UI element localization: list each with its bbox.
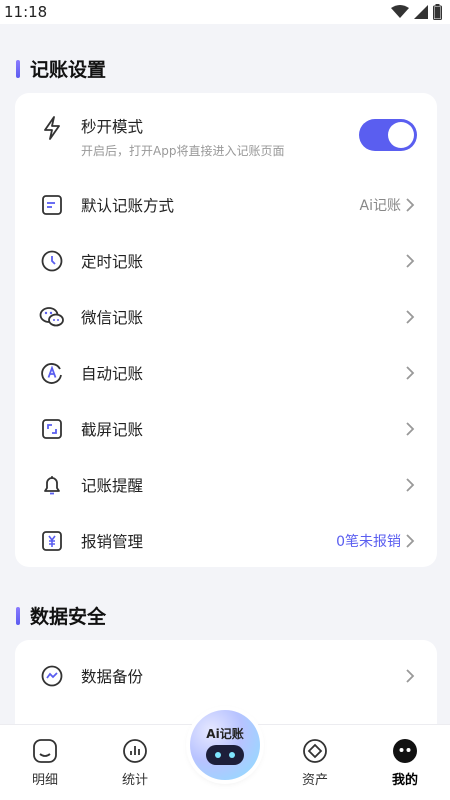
status-icons (391, 4, 442, 20)
scheduled-row[interactable]: 定时记账 (15, 233, 437, 289)
toggle-knob (388, 122, 414, 148)
wechat-icon (39, 304, 65, 330)
bell-icon (39, 472, 65, 498)
chevron-right-icon (406, 198, 415, 212)
chevron-right-icon (406, 669, 415, 683)
wechat-label: 微信记账 (81, 309, 144, 327)
backup-label: 数据备份 (81, 668, 144, 686)
tab-details-label: 明细 (31, 773, 58, 788)
section-title-bookkeeping: 记账设置 (16, 55, 106, 82)
backup-row[interactable]: 数据备份 (15, 648, 437, 704)
scheduled-label: 定时记账 (81, 253, 144, 271)
robot-face-icon (206, 744, 244, 765)
assets-tab-icon (303, 739, 327, 763)
auto-row[interactable]: 自动记账 (15, 345, 437, 401)
default-method-label: 默认记账方式 (81, 197, 175, 215)
chevron-right-icon (406, 534, 415, 548)
reimbursement-label: 报销管理 (81, 533, 144, 551)
wechat-row[interactable]: 微信记账 (15, 289, 437, 345)
lightning-icon (39, 115, 65, 141)
mine-tab-icon (393, 739, 417, 763)
document-icon (39, 192, 65, 218)
receipt-icon (39, 528, 65, 554)
tab-stats[interactable]: 统计 (100, 738, 170, 788)
section-accent-bar (16, 59, 20, 78)
chevron-right-icon (406, 366, 415, 380)
clock-icon (39, 248, 65, 274)
screenshot-icon (39, 416, 65, 442)
ai-bookkeeping-button[interactable]: Ai记账 (190, 710, 260, 780)
section-title-text: 记账设置 (30, 59, 107, 81)
reminder-label: 记账提醒 (81, 477, 144, 495)
tab-assets[interactable]: 资产 (280, 738, 350, 788)
battery-icon (433, 4, 442, 20)
reimbursement-value: 0笔未报销 (336, 534, 401, 550)
tab-mine-label: 我的 (391, 773, 418, 788)
signal-icon (414, 5, 428, 19)
ai-button-label: Ai记账 (206, 726, 244, 741)
chevron-right-icon (406, 310, 415, 324)
section-title-text: 数据安全 (30, 606, 107, 628)
chevron-right-icon (406, 422, 415, 436)
auto-icon (39, 360, 65, 386)
wifi-icon (391, 5, 409, 18)
backup-icon (39, 663, 65, 689)
quick-open-toggle[interactable] (359, 119, 417, 151)
details-tab-icon (33, 739, 57, 763)
reimbursement-row[interactable]: 报销管理 0笔未报销 (15, 513, 437, 569)
section-accent-bar (16, 606, 20, 625)
tab-details[interactable]: 明细 (10, 738, 80, 788)
tab-assets-label: 资产 (301, 773, 328, 788)
status-time: 11:18 (4, 3, 48, 21)
auto-label: 自动记账 (81, 365, 144, 383)
screenshot-row[interactable]: 截屏记账 (15, 401, 437, 457)
stats-tab-icon (123, 739, 147, 763)
reminder-row[interactable]: 记账提醒 (15, 457, 437, 513)
section-title-data-security: 数据安全 (16, 602, 106, 629)
tab-stats-label: 统计 (121, 773, 148, 788)
tab-mine[interactable]: 我的 (370, 738, 440, 788)
chevron-right-icon (406, 254, 415, 268)
quick-open-row[interactable]: 秒开模式 开启后，打开App将直接进入记账页面 (15, 93, 437, 177)
default-method-row[interactable]: 默认记账方式 Ai记账 (15, 177, 437, 233)
bookkeeping-settings-card: 秒开模式 开启后，打开App将直接进入记账页面 默认记账方式 Ai记账 定时记账… (15, 93, 437, 567)
chevron-right-icon (406, 478, 415, 492)
screenshot-label: 截屏记账 (81, 421, 144, 439)
default-method-value: Ai记账 (359, 198, 401, 214)
status-bar: 11:18 (0, 0, 450, 24)
